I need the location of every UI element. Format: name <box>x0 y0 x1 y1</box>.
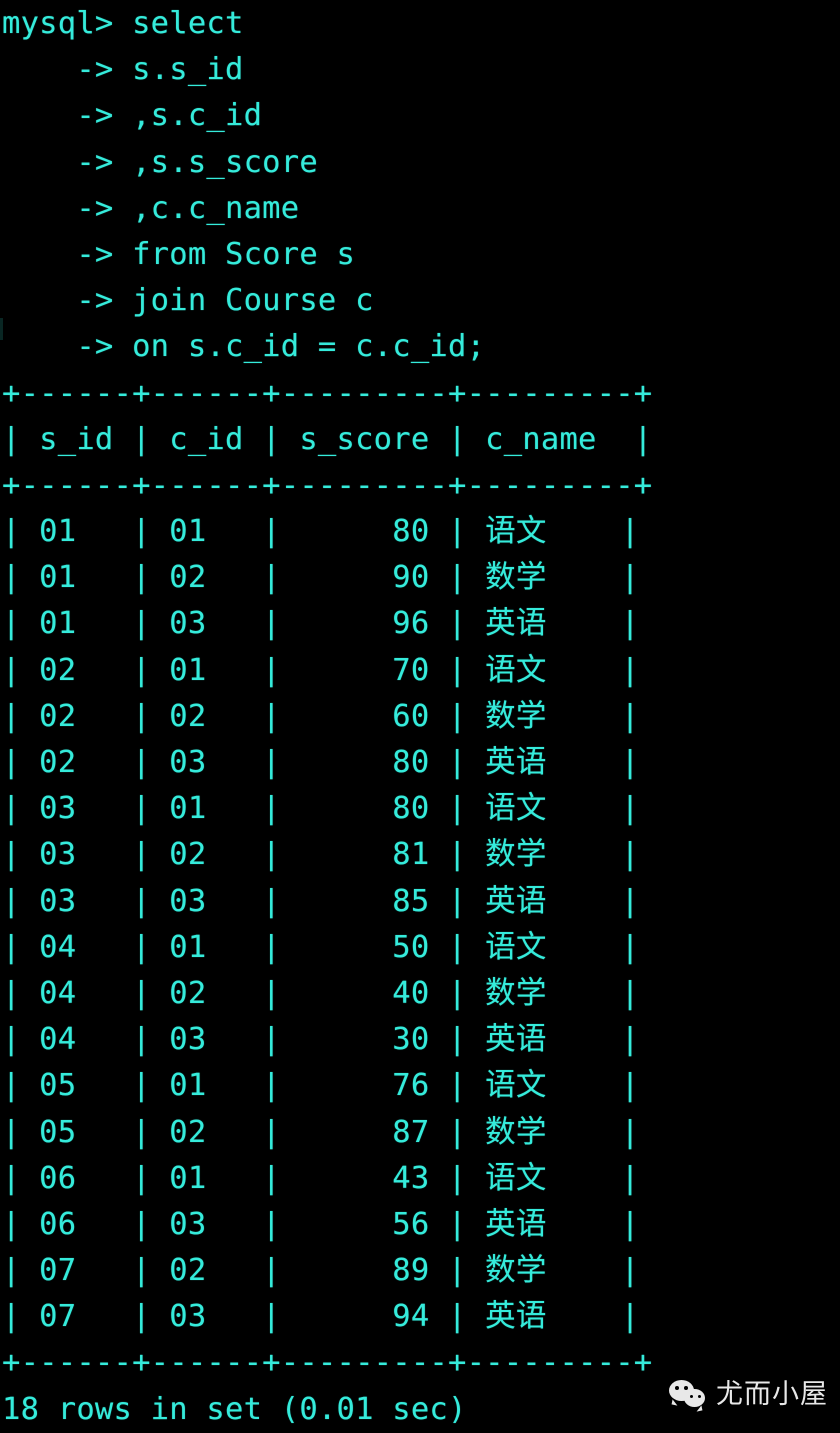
table-row: | 07 | 02 | 89 | 数学 | <box>2 1253 640 1289</box>
sql-line: mysql> select <box>2 6 244 41</box>
table-row: | 02 | 02 | 60 | 数学 | <box>2 698 640 734</box>
table-row: | 04 | 01 | 50 | 语文 | <box>2 929 640 965</box>
table-row: | 01 | 03 | 96 | 英语 | <box>2 606 640 642</box>
sql-line: -> join Course c <box>2 283 374 319</box>
watermark-label: 尤而小屋 <box>716 1378 828 1410</box>
sql-line: -> ,c.c_name <box>2 190 300 226</box>
terminal-output-area[interactable]: mysql> select -> s.s_id -> ,s.c_id -> ,s… <box>0 0 840 1433</box>
watermark: 尤而小屋 <box>669 1378 828 1410</box>
table-row: | 03 | 02 | 81 | 数学 | <box>2 837 640 873</box>
table-row: | 05 | 01 | 76 | 语文 | <box>2 1068 640 1104</box>
table-row: | 04 | 03 | 30 | 英语 | <box>2 1022 640 1058</box>
table-row: | 03 | 01 | 80 | 语文 | <box>2 791 640 827</box>
table-header-row: | s_id | c_id | s_score | c_name | <box>2 421 653 457</box>
table-row: | 04 | 02 | 40 | 数学 | <box>2 975 640 1011</box>
table-rule-header: +------+------+---------+---------+ <box>2 467 653 503</box>
sql-line: -> on s.c_id = c.c_id; <box>2 329 486 365</box>
sql-line: -> ,s.c_id <box>2 98 263 134</box>
sql-line: -> s.s_id <box>2 52 244 88</box>
table-rule-top: +------+------+---------+---------+ <box>2 375 653 411</box>
sql-line: -> from Score s <box>2 236 356 272</box>
table-row: | 02 | 01 | 70 | 语文 | <box>2 652 640 688</box>
table-row: | 06 | 03 | 56 | 英语 | <box>2 1206 640 1242</box>
table-row: | 06 | 01 | 43 | 语文 | <box>2 1160 640 1196</box>
wechat-icon <box>669 1378 709 1410</box>
table-row: | 07 | 03 | 94 | 英语 | <box>2 1299 640 1335</box>
table-row: | 01 | 02 | 90 | 数学 | <box>2 560 640 596</box>
terminal-window[interactable]: mysql> select -> s.s_id -> ,s.c_id -> ,s… <box>0 0 840 1427</box>
sql-line: -> ,s.s_score <box>2 144 318 180</box>
table-row: | 01 | 01 | 80 | 语文 | <box>2 514 640 550</box>
table-row: | 05 | 02 | 87 | 数学 | <box>2 1114 640 1150</box>
table-row: | 03 | 03 | 85 | 英语 | <box>2 883 640 919</box>
table-row: | 02 | 03 | 80 | 英语 | <box>2 745 640 780</box>
